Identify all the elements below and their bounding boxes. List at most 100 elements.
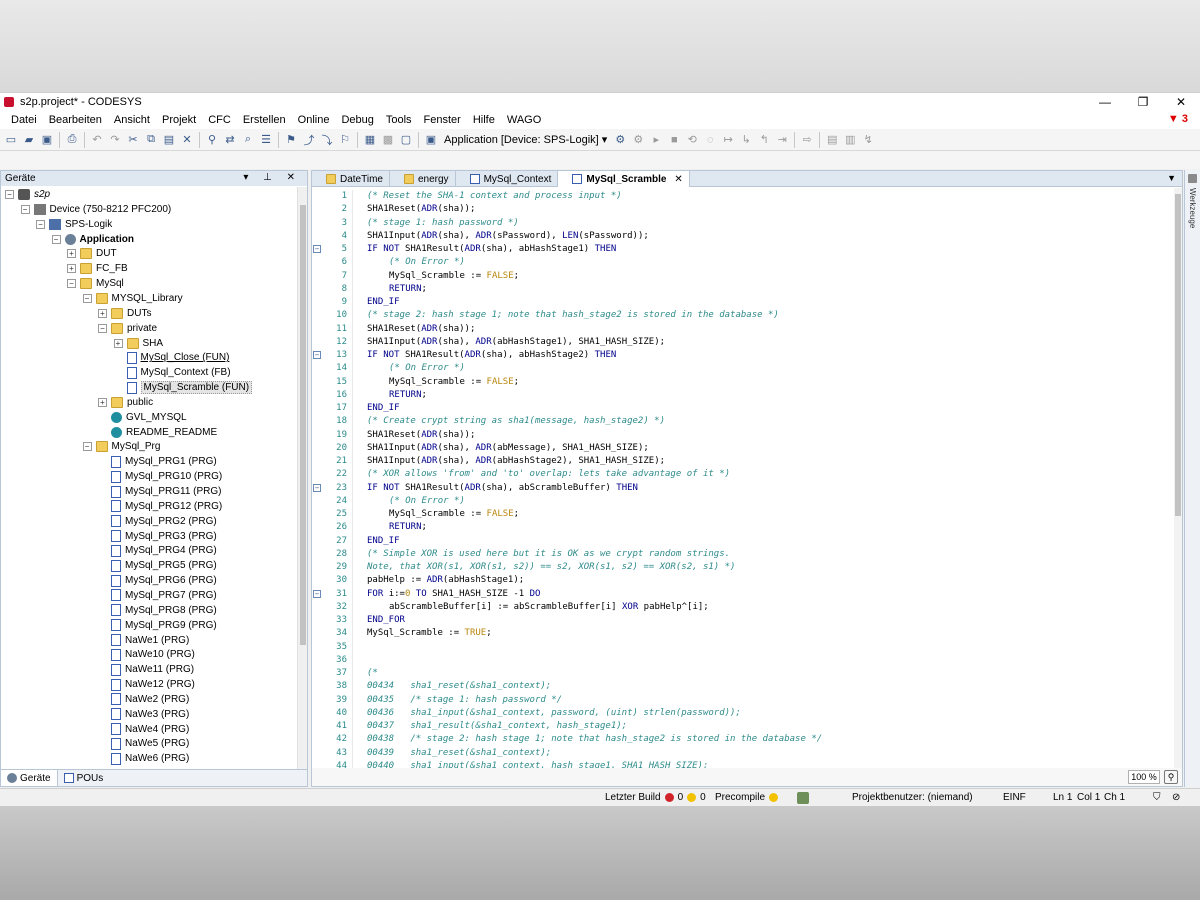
- menu-erstellen[interactable]: Erstellen: [237, 114, 292, 126]
- login-icon[interactable]: ⚙: [611, 131, 629, 149]
- message-alert-badge[interactable]: ▼ 3: [1168, 113, 1188, 125]
- code-line[interactable]: 24 (* On Error *): [312, 495, 1174, 508]
- undo-icon[interactable]: ↶: [88, 131, 106, 149]
- code-line[interactable]: − 5 IF NOT SHA1Result(ADR(sha), abHashStag…: [312, 243, 1174, 256]
- tree-item[interactable]: + SHA: [113, 336, 163, 351]
- logout-icon[interactable]: ⚙: [629, 131, 647, 149]
- unforce-icon[interactable]: ▥: [841, 131, 859, 149]
- code-area[interactable]: 1 (* Reset the SHA-1 context and process …: [312, 190, 1174, 768]
- code-line[interactable]: 7 MySql_Scramble := FALSE;: [312, 270, 1174, 283]
- open-folder-icon[interactable]: ▰: [20, 131, 38, 149]
- tree-item[interactable]: NaWe4 (PRG): [98, 722, 189, 737]
- tab-datetime[interactable]: DateTime: [312, 171, 390, 187]
- menu-debug[interactable]: Debug: [335, 114, 379, 126]
- tree-item[interactable]: − private: [98, 321, 157, 336]
- code-line[interactable]: 36: [312, 654, 1174, 667]
- force-values-icon[interactable]: ▤: [823, 131, 841, 149]
- code-line[interactable]: 32 abScrambleBuffer[i] := abScrambleBuffe…: [312, 601, 1174, 614]
- code-line[interactable]: − 13 IF NOT SHA1Result(ADR(sha), abHashSta…: [312, 349, 1174, 362]
- print-icon[interactable]: ⎙: [63, 131, 81, 149]
- tree-item[interactable]: NaWe10 (PRG): [98, 647, 195, 662]
- menu-ansicht[interactable]: Ansicht: [108, 114, 156, 126]
- save-icon[interactable]: ▣: [38, 131, 56, 149]
- fold-collapse-icon[interactable]: −: [313, 483, 321, 492]
- code-line[interactable]: 28 (* Simple XOR is used here but it is O…: [312, 548, 1174, 561]
- tree-item[interactable]: GVL_MYSQL: [98, 410, 187, 425]
- code-line[interactable]: 21 SHA1Input(ADR(sha), ADR(abHashStage2),…: [312, 455, 1174, 468]
- code-line[interactable]: 3 (* stage 1: hash password *): [312, 217, 1174, 230]
- tree-item[interactable]: MySql_Scramble (FUN): [114, 380, 253, 395]
- expand-icon[interactable]: +: [98, 397, 107, 407]
- code-line[interactable]: 44 00440 sha1_input(&sha1_context, hash_s…: [312, 760, 1174, 768]
- menu-tools[interactable]: Tools: [380, 114, 418, 126]
- panel-pin-icon[interactable]: ▾ ⊥ ✕: [243, 172, 301, 183]
- collapse-icon[interactable]: −: [20, 204, 30, 214]
- run-to-cursor-icon[interactable]: ⇥: [773, 131, 791, 149]
- tree-item[interactable]: MySql_Context (FB): [114, 365, 231, 380]
- code-line[interactable]: 9 END_IF: [312, 296, 1174, 309]
- build-icon[interactable]: ▦: [361, 131, 379, 149]
- code-line[interactable]: 4 SHA1Input(ADR(sha), ADR(sPassword), LEN…: [312, 230, 1174, 243]
- zoom-level[interactable]: 100 %: [1128, 770, 1160, 784]
- code-line[interactable]: 12 SHA1Input(ADR(sha), ADR(abHashStage1),…: [312, 336, 1174, 349]
- tree-item[interactable]: NaWe3 (PRG): [98, 707, 189, 722]
- flow-control-icon[interactable]: ↯: [859, 131, 877, 149]
- code-line[interactable]: 16 RETURN;: [312, 389, 1174, 402]
- breakpoint-icon[interactable]: ◌: [701, 131, 719, 149]
- tab-geraete[interactable]: Geräte: [1, 770, 58, 786]
- bookmark-clear-icon[interactable]: ⚐: [336, 131, 354, 149]
- tree-item[interactable]: NaWe11 (PRG): [98, 662, 194, 677]
- expand-icon[interactable]: +: [113, 338, 123, 348]
- redo-icon[interactable]: ↷: [106, 131, 124, 149]
- code-line[interactable]: 14 (* On Error *): [312, 362, 1174, 375]
- new-file-icon[interactable]: ▭: [2, 131, 20, 149]
- tree-item[interactable]: NaWe12 (PRG): [98, 677, 195, 692]
- code-line[interactable]: 8 RETURN;: [312, 283, 1174, 296]
- zoom-icon[interactable]: ⚲: [1164, 770, 1178, 784]
- bookmark-icon[interactable]: ⚑: [282, 131, 300, 149]
- code-line[interactable]: 26 RETURN;: [312, 521, 1174, 534]
- code-line[interactable]: 25 MySql_Scramble := FALSE;: [312, 508, 1174, 521]
- security-shield-icon[interactable]: ⛉: [1153, 792, 1161, 803]
- code-line[interactable]: − 31 FOR i:=0 TO SHA1_HASH_SIZE -1 DO: [312, 588, 1174, 601]
- code-line[interactable]: 22 (* XOR allows 'from' and 'to' overlap:…: [312, 468, 1174, 481]
- collapse-icon[interactable]: −: [36, 219, 45, 229]
- code-line[interactable]: 34 MySql_Scramble := TRUE;: [312, 627, 1174, 640]
- editor-scrollbar[interactable]: [1174, 188, 1182, 768]
- close-button[interactable]: ✕: [1162, 93, 1200, 111]
- delete-icon[interactable]: ✕: [178, 131, 196, 149]
- properties-icon[interactable]: ▢: [397, 131, 415, 149]
- step-out-icon[interactable]: ↰: [755, 131, 773, 149]
- code-line[interactable]: 10 (* stage 2: hash stage 1; note that ha…: [312, 309, 1174, 322]
- fold-collapse-icon[interactable]: −: [313, 351, 321, 359]
- tree-item[interactable]: − Application: [51, 232, 134, 247]
- find-all-icon[interactable]: ⌕: [239, 131, 257, 149]
- fold-collapse-icon[interactable]: −: [313, 245, 321, 253]
- tree-item[interactable]: NaWe5 (PRG): [98, 736, 189, 751]
- rebuild-icon[interactable]: ▩: [379, 131, 397, 149]
- collapse-icon[interactable]: −: [5, 190, 14, 199]
- tree-item[interactable]: − Device (750-8212 PFC200): [20, 202, 171, 217]
- tree-item[interactable]: + DUT: [67, 246, 117, 261]
- minimize-button[interactable]: —: [1086, 93, 1124, 111]
- tree-item[interactable]: MySql_PRG9 (PRG): [98, 618, 217, 633]
- tree-item[interactable]: MySql_PRG2 (PRG): [98, 514, 217, 529]
- tree-item[interactable]: NaWe1 (PRG): [98, 633, 189, 648]
- expand-icon[interactable]: +: [67, 264, 76, 274]
- tree-item[interactable]: + FC_FB: [67, 261, 128, 276]
- replace-icon[interactable]: ⇄: [221, 131, 239, 149]
- code-line[interactable]: 42 00438 /* stage 2: hash stage 1; note t…: [312, 733, 1174, 746]
- tree-item[interactable]: NaWe2 (PRG): [98, 692, 189, 707]
- bookmark-next-icon[interactable]: ⤴: [300, 131, 318, 149]
- collapse-icon[interactable]: −: [82, 293, 92, 303]
- tree-item[interactable]: MySql_PRG7 (PRG): [98, 588, 217, 603]
- tree-item[interactable]: README_README: [98, 425, 217, 440]
- tree-item[interactable]: MySql_PRG5 (PRG): [98, 558, 217, 573]
- code-line[interactable]: 35: [312, 641, 1174, 654]
- tree-item[interactable]: NaWe6 (PRG): [98, 751, 189, 766]
- tree-item[interactable]: MySql_PRG4 (PRG): [98, 543, 217, 558]
- code-line[interactable]: 15 MySql_Scramble := FALSE;: [312, 376, 1174, 389]
- tab-energy[interactable]: energy: [390, 171, 456, 187]
- expand-icon[interactable]: +: [98, 308, 107, 318]
- code-line[interactable]: 30 pabHelp := ADR(abHashStage1);: [312, 574, 1174, 587]
